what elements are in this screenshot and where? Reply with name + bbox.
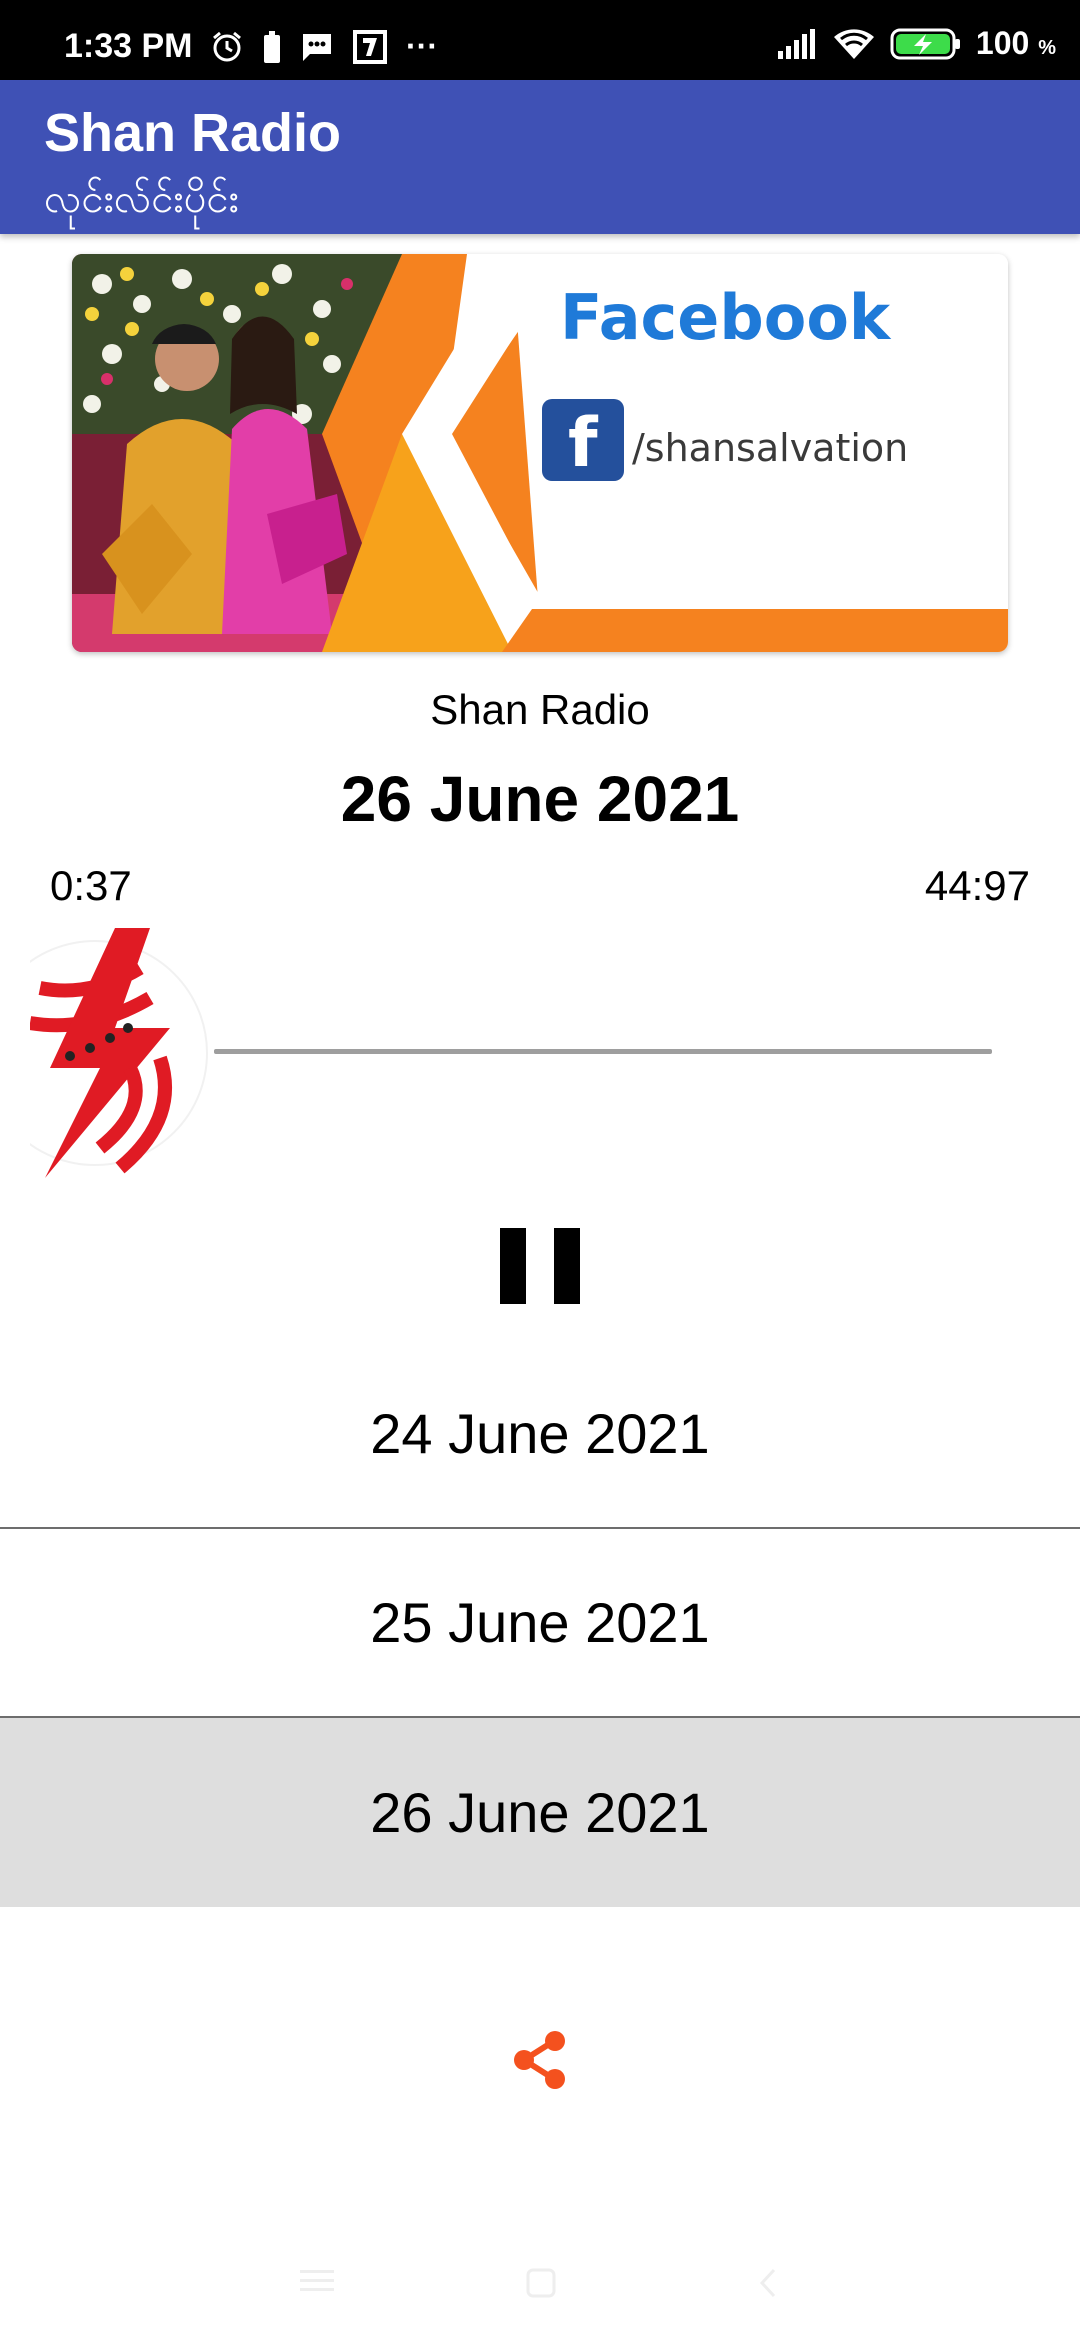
battery-charging-icon <box>890 28 962 60</box>
pause-bar-right <box>554 1228 580 1304</box>
battery-percent: 100 % <box>975 25 1056 61</box>
system-nav-bar <box>0 2240 1080 2340</box>
message-icon <box>300 31 334 63</box>
episode-item-selected[interactable]: 26 June 2021 <box>0 1718 1080 1907</box>
back-chevron-icon[interactable] <box>758 2268 778 2303</box>
menu-icon[interactable] <box>300 2268 334 2297</box>
episode-item[interactable]: 25 June 2021 <box>0 1529 1080 1718</box>
current-episode-title: 26 June 2021 <box>340 763 740 835</box>
facebook-logo-icon: f <box>542 399 624 483</box>
pause-button[interactable] <box>500 1228 580 1312</box>
station-name: Shan Radio <box>430 686 650 733</box>
signal-icon <box>776 28 818 59</box>
battery-saver-icon <box>262 30 282 63</box>
more-notifications-indicator: ··· <box>406 28 438 64</box>
banner-heading: Facebook <box>560 281 892 354</box>
svg-text:f: f <box>568 404 599 483</box>
app-subtitle: လုင်းလ်င်းပိုင်း <box>44 176 239 222</box>
wifi-icon <box>832 27 876 61</box>
share-icon <box>514 2031 565 2089</box>
pause-bar-left <box>500 1228 526 1304</box>
share-button[interactable] <box>512 2030 568 2090</box>
status-time: 1:33 PM <box>64 27 193 65</box>
home-square-icon[interactable] <box>526 2268 556 2303</box>
app-title: Shan Radio <box>44 103 342 163</box>
app-bar: Shan Radio လုင်းလ်င်းပိုင်း <box>0 80 1080 234</box>
status-bar: 1:33 PM ··· 100 % <box>0 0 1080 80</box>
facebook-banner[interactable]: Facebook f /shansalvation <box>72 254 1008 652</box>
episode-list: 24 June 2021 25 June 2021 26 June 2021 <box>0 1340 1080 1907</box>
banner-handle: /shansalvation <box>632 426 908 470</box>
station-logo <box>30 928 210 1178</box>
seek-bar[interactable] <box>214 1049 992 1054</box>
seven-eleven-icon <box>352 29 388 65</box>
elapsed-time: 0:37 <box>50 862 132 909</box>
total-time: 44:97 <box>924 862 1030 909</box>
alarm-icon <box>210 30 244 64</box>
episode-item[interactable]: 24 June 2021 <box>0 1340 1080 1529</box>
